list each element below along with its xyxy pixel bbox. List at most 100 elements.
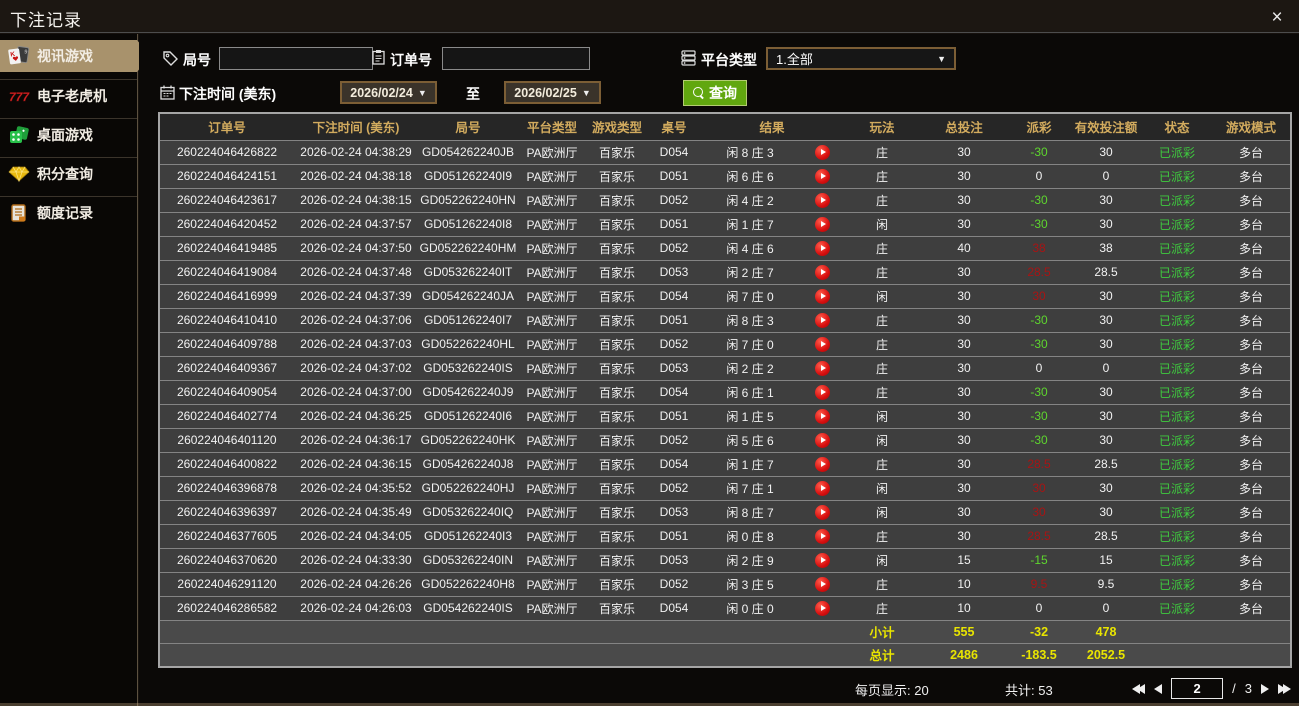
column-header: 状态	[1142, 114, 1213, 140]
search-button[interactable]: 查询	[683, 80, 747, 106]
sidebar-item-3[interactable]: 桌面游戏	[0, 118, 137, 150]
result-cell: 闲 8 庄 7	[700, 499, 800, 524]
game-mode-cell: 多台	[1212, 355, 1291, 380]
game-type-cell: 百家乐	[586, 475, 648, 500]
play-replay-icon[interactable]	[814, 360, 830, 376]
valid-bet-cell: 30	[1070, 379, 1143, 404]
chevron-down-icon: ▼	[417, 87, 427, 98]
order-number-cell: 260224046419084	[160, 259, 294, 284]
status-cell: 已派彩	[1142, 451, 1213, 476]
close-icon[interactable]: ×	[1267, 8, 1287, 28]
status-cell: 已派彩	[1142, 403, 1213, 428]
play-replay-icon[interactable]	[814, 480, 830, 496]
play-replay-icon[interactable]	[814, 264, 830, 280]
platform-type-cell: PA欧洲厅	[518, 307, 586, 332]
play-replay-icon[interactable]	[814, 216, 830, 232]
round-number-cell: GD053262240IN	[418, 547, 518, 572]
order-number-cell: 260224046409788	[160, 331, 294, 356]
play-replay-icon[interactable]	[814, 144, 830, 160]
play-replay-icon[interactable]	[814, 192, 830, 208]
platform-type-cell: PA欧洲厅	[518, 259, 586, 284]
round-number-cell: GD053262240IS	[418, 355, 518, 380]
play-replay-icon[interactable]	[814, 384, 830, 400]
next-page-icon[interactable]	[1261, 683, 1269, 694]
round-number-input[interactable]	[219, 47, 373, 70]
table-number-cell: D053	[648, 499, 700, 524]
bet-type-cell: 庄	[844, 187, 921, 212]
valid-bet-cell: 28.5	[1070, 259, 1143, 284]
table-row: 260224046416999 2026-02-24 04:37:39 GD0542…	[160, 283, 1291, 308]
total-bet-cell: 30	[920, 283, 1009, 308]
game-type-cell: 百家乐	[586, 283, 648, 308]
play-replay-icon[interactable]	[814, 552, 830, 568]
date-to-select[interactable]: 2026/02/25 ▼	[504, 81, 601, 104]
result-cell: 闲 6 庄 1	[700, 379, 800, 404]
game-mode-cell: 多台	[1212, 403, 1291, 428]
grand-total-row: 总计 2486 -183.5 2052.5	[160, 642, 1291, 666]
replay-cell	[800, 379, 845, 404]
play-replay-icon[interactable]	[814, 288, 830, 304]
previous-page-icon[interactable]	[1154, 683, 1163, 694]
last-page-icon[interactable]	[1278, 683, 1291, 694]
sidebar: 9 K 视讯游戏 777 电子老虎机 桌面游戏积分查询额度记录	[0, 34, 150, 706]
platform-type-cell: PA欧洲厅	[518, 547, 586, 572]
play-replay-icon[interactable]	[814, 240, 830, 256]
round-number-cell: GD052262240HK	[418, 427, 518, 452]
play-replay-icon[interactable]	[814, 312, 830, 328]
bet-type-cell: 闲	[844, 475, 921, 500]
round-number-label: 局号	[183, 52, 211, 68]
play-replay-icon[interactable]	[814, 408, 830, 424]
bet-type-cell: 庄	[844, 235, 921, 260]
play-replay-icon[interactable]	[814, 168, 830, 184]
result-cell: 闲 7 庄 0	[700, 283, 800, 308]
table-row: 260224046409788 2026-02-24 04:37:03 GD0522…	[160, 331, 1291, 356]
table-row: 260224046410410 2026-02-24 04:37:06 GD0512…	[160, 307, 1291, 332]
status-cell: 已派彩	[1142, 379, 1213, 404]
order-number-cell: 260224046401120	[160, 427, 294, 452]
sidebar-item-4[interactable]: 积分查询	[0, 157, 137, 189]
bet-type-cell: 庄	[844, 259, 921, 284]
grand-total-valid-bet: 2052.5	[1070, 642, 1143, 666]
order-number-cell: 260224046286582	[160, 595, 294, 620]
tag-icon	[162, 50, 179, 67]
sidebar-item-5[interactable]: 额度记录	[0, 196, 137, 228]
play-replay-icon[interactable]	[814, 600, 830, 616]
play-replay-icon[interactable]	[814, 456, 830, 472]
payout-cell: 30	[1008, 475, 1071, 500]
bet-type-cell: 庄	[844, 331, 921, 356]
grand-total-payout: -183.5	[1008, 642, 1071, 666]
game-type-cell: 百家乐	[586, 571, 648, 596]
game-type-cell: 百家乐	[586, 451, 648, 476]
platform-type-value: 1.全部	[776, 52, 813, 67]
page-separator: /	[1232, 681, 1236, 696]
result-cell: 闲 5 庄 6	[700, 427, 800, 452]
valid-bet-cell: 30	[1070, 427, 1143, 452]
order-number-input[interactable]	[442, 47, 590, 70]
payout-cell: 38	[1008, 235, 1071, 260]
bet-type-cell: 闲	[844, 547, 921, 572]
play-replay-icon[interactable]	[814, 576, 830, 592]
table-number-cell: D053	[648, 259, 700, 284]
first-page-icon[interactable]	[1132, 683, 1146, 694]
status-cell: 已派彩	[1142, 547, 1213, 572]
play-replay-icon[interactable]	[814, 528, 830, 544]
play-replay-icon[interactable]	[814, 432, 830, 448]
payout-cell: 28.5	[1008, 451, 1071, 476]
date-from-select[interactable]: 2026/02/24 ▼	[340, 81, 437, 104]
table-row: 260224046426822 2026-02-24 04:38:29 GD0542…	[160, 139, 1291, 164]
subtotal-label: 小计	[844, 619, 921, 643]
play-replay-icon[interactable]	[814, 336, 830, 352]
result-cell: 闲 6 庄 6	[700, 163, 800, 188]
play-replay-icon[interactable]	[814, 504, 830, 520]
game-mode-cell: 多台	[1212, 187, 1291, 212]
page-number-input[interactable]	[1171, 678, 1224, 699]
valid-bet-cell: 15	[1070, 547, 1143, 572]
sidebar-item-1[interactable]: 9 K 视讯游戏	[0, 40, 150, 72]
table-number-cell: D054	[648, 283, 700, 308]
sidebar-item-2[interactable]: 777 电子老虎机	[0, 79, 137, 111]
platform-type-cell: PA欧洲厅	[518, 427, 586, 452]
game-mode-cell: 多台	[1212, 139, 1291, 164]
round-number-cell: GD051262240I6	[418, 403, 518, 428]
subtotal-valid-bet: 478	[1070, 619, 1143, 643]
platform-type-select[interactable]: 1.全部 ▼	[766, 47, 956, 70]
